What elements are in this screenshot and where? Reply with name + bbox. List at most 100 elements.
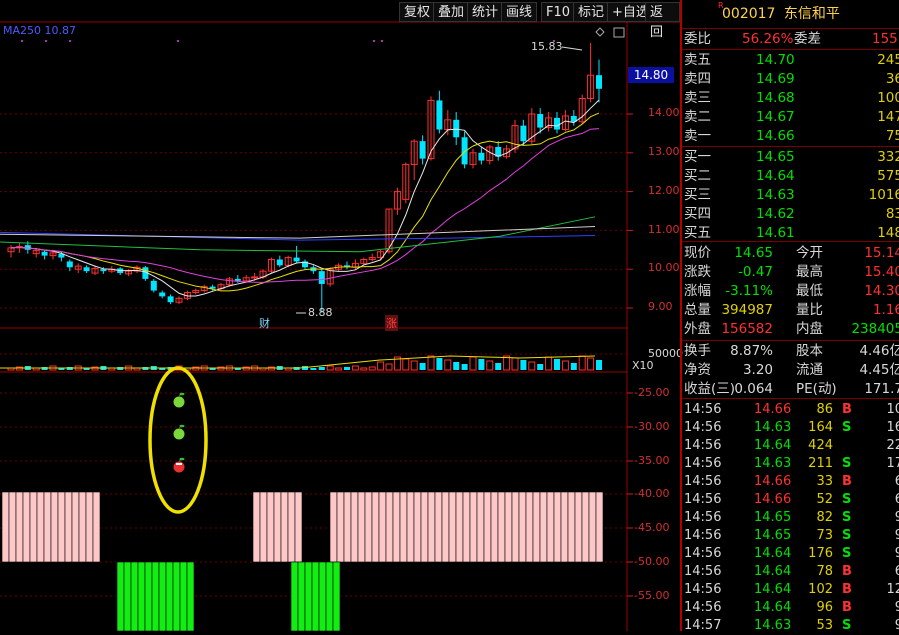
indicator-pink-bar [560, 491, 569, 563]
tick-time: 14:56 [684, 564, 722, 579]
quote-label: 现价 [684, 245, 711, 261]
quote-row: 涨跌 -0.47 最高 15.40 [682, 263, 899, 281]
tick-count: 12 [886, 582, 899, 597]
tick-row: 14:56 14.65 82 S 9 [682, 509, 899, 527]
tick-volume: 82 [816, 510, 833, 525]
fuquan-button[interactable]: 复权 [399, 2, 436, 22]
tick-count: 9 [895, 545, 899, 563]
tick-volume: 176 [808, 546, 833, 561]
ask-label: 卖五 [684, 52, 711, 68]
tick-side: B [842, 474, 852, 489]
indicator-pink-bar [85, 491, 94, 563]
tick-count: 9 [895, 527, 899, 545]
tick-count: 6 [895, 473, 899, 491]
chart-canvas[interactable] [0, 0, 680, 632]
indicator-green-bar [311, 561, 320, 632]
tick-time: 14:56 [684, 402, 722, 417]
stats-value: 4.46亿 [859, 343, 899, 359]
apple-mark [176, 463, 182, 465]
quote-panel: R 002017 东信和平 委比 56.26% 委差 1551 14:56 14.… [680, 0, 899, 631]
bid-label: 买五 [684, 225, 711, 241]
tick-time: 14:56 [684, 546, 722, 561]
tick-volume: 73 [816, 528, 833, 543]
tick-row: 14:57 14.63 53 S 9 [682, 617, 899, 631]
tick-side: S [842, 528, 852, 543]
indicator-pink-bar [273, 491, 282, 563]
bid-volume: 332 [877, 149, 899, 165]
stock-name: 东信和平 [783, 6, 840, 22]
divider [682, 340, 899, 341]
ma120-line [0, 226, 596, 239]
mark-button[interactable]: 标记 [573, 2, 610, 22]
stats-button[interactable]: 统计 [467, 2, 504, 22]
tick-price: 14.64 [754, 582, 792, 597]
indicator-pink-bar [434, 491, 443, 563]
draw-line-button[interactable]: 画线 [501, 2, 538, 22]
tick-price: 14.64 [754, 564, 792, 579]
bid-price: 14.65 [756, 149, 795, 165]
tick-count: 9 [895, 617, 899, 631]
indicator-green-bar [165, 561, 174, 632]
indicator-green-bar [186, 561, 195, 632]
bid-label: 买三 [684, 187, 711, 203]
bid-row: 买二 14.64 575 [682, 167, 899, 185]
back-button[interactable]: 返回 [645, 2, 680, 40]
indicator-pink-bar [441, 491, 450, 563]
candle-body [419, 141, 426, 159]
tick-price: 14.65 [754, 510, 792, 525]
tick-row: 14:56 14.66 86 B 10 [682, 401, 899, 419]
tick-row: 14:56 14.64 78 B 6 [682, 563, 899, 581]
tick-count: 6 [895, 563, 899, 581]
limit-up-marker[interactable]: 涨 [385, 315, 398, 331]
bid-price: 14.62 [756, 206, 795, 222]
signal-dot [177, 40, 179, 42]
tick-time: 14:57 [684, 618, 722, 631]
tick-side: B [842, 564, 852, 579]
bid-label: 买一 [684, 149, 711, 165]
price-tick: 12.00 [648, 184, 680, 197]
candle-body [150, 280, 157, 291]
current-price-tag: 14.80 [628, 67, 674, 83]
kline-chart-area[interactable]: 复权 叠加 统计 画线 F10 标记 +自选 返回 MA250 10.87 15… [0, 0, 683, 632]
quote-row: 外盘 156582 内盘 238405 [682, 320, 899, 338]
quote-value: -3.11% [725, 283, 773, 299]
indicator-green-bar [304, 561, 313, 632]
ask-row: 卖五 14.70 245 [682, 51, 899, 69]
overlay-button[interactable]: 叠加 [433, 2, 470, 22]
tick-time: 14:56 [684, 420, 722, 435]
signal-dot [69, 40, 71, 42]
finance-event-marker[interactable]: 财 [259, 315, 270, 331]
indicator-pink-bar [1, 491, 10, 563]
indicator-green-bar [332, 561, 341, 632]
volume-bar [335, 367, 343, 371]
indicator-pink-bar [581, 491, 590, 563]
tick-time: 14:56 [684, 528, 722, 543]
indicator-pink-bar [92, 491, 101, 563]
indicator-pink-bar [294, 491, 303, 563]
volume-bar [478, 359, 485, 370]
diff-label: 委差 [794, 31, 821, 47]
ask-price: 14.67 [756, 109, 795, 125]
stats-row: 收益(三)0.064 PE(动) 171.7 [682, 380, 899, 398]
signal-dot [373, 40, 375, 42]
tick-row: 14:56 14.64 424 22 [682, 437, 899, 455]
f10-button[interactable]: F10 [541, 2, 576, 22]
ask-row: 卖三 14.68 100 [682, 89, 899, 107]
indicator-pink-bar [588, 491, 597, 563]
stats-label: 收益(三) [684, 381, 736, 397]
volume-bar [520, 360, 527, 370]
tick-price: 14.64 [754, 546, 792, 561]
tick-volume: 86 [816, 402, 833, 417]
apple-icon-leaf [179, 392, 185, 396]
ma250-label: MA250 10.87 [3, 24, 76, 37]
tick-count: 10 [886, 402, 899, 417]
indicator-green-bar [290, 561, 299, 632]
price-tick: 13.00 [648, 145, 680, 158]
tick-row: 14:56 14.66 33 B 6 [682, 473, 899, 491]
indicator-pink-bar [420, 491, 429, 563]
volume-ma-line [0, 355, 596, 369]
volume-bar [578, 355, 586, 371]
indicator-green-bar [130, 561, 139, 632]
indicator-pink-bar [8, 491, 17, 563]
ask-label: 卖三 [684, 90, 711, 106]
